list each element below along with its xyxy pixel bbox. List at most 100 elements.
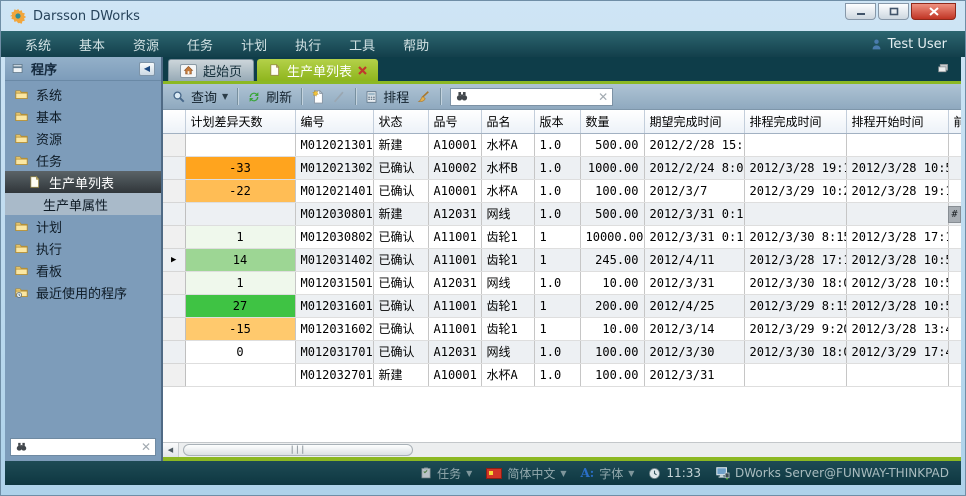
cell-version: 1.0: [534, 156, 580, 179]
sidebar-item[interactable]: 任务: [5, 149, 161, 171]
language-label: 简体中文: [507, 465, 555, 482]
selected-row-marker[interactable]: ▶: [163, 248, 185, 271]
menu-item[interactable]: 工具: [335, 35, 389, 54]
cell-sched_end: 2012/3/29 8:15: [744, 294, 846, 317]
column-header[interactable]: 排程开始时间: [846, 110, 948, 133]
column-header[interactable]: 排程完成时间: [744, 110, 846, 133]
cell-item_no: A11001: [428, 294, 481, 317]
row-selector[interactable]: [163, 271, 185, 294]
column-header[interactable]: 品名: [481, 110, 534, 133]
cell-item_no: A10002: [428, 156, 481, 179]
column-header[interactable]: 版本: [534, 110, 580, 133]
table-row[interactable]: 27M012031601已确认A11001齿轮11200.002012/4/25…: [163, 294, 961, 317]
scrollbar-thumb[interactable]: ┃┃┃: [183, 444, 413, 456]
clear-schedule-button[interactable]: [416, 90, 431, 104]
close-button[interactable]: [911, 3, 956, 20]
column-header[interactable]: 前: [948, 110, 961, 133]
current-user[interactable]: Test User: [870, 37, 955, 52]
menu-item[interactable]: 执行: [281, 35, 335, 54]
column-header[interactable]: 品号: [428, 110, 481, 133]
horizontal-scrollbar[interactable]: ◀ ┃┃┃: [163, 442, 961, 457]
minimize-button[interactable]: [845, 3, 876, 20]
menu-item[interactable]: 帮助: [389, 35, 443, 54]
task-menu[interactable]: 任务 ▼: [420, 465, 472, 482]
row-selector[interactable]: [163, 133, 185, 156]
table-row[interactable]: -33M012021302已确认A10002水杯B1.01000.002012/…: [163, 156, 961, 179]
window-title: Darsson DWorks: [33, 9, 140, 24]
sidebar-item[interactable]: 计划: [5, 215, 161, 237]
filter-input[interactable]: [473, 90, 594, 104]
row-selector[interactable]: [163, 294, 185, 317]
maximize-button[interactable]: [878, 3, 909, 20]
query-button[interactable]: 查询 ▼: [172, 87, 228, 106]
column-header[interactable]: 编号: [295, 110, 373, 133]
row-selector[interactable]: [163, 179, 185, 202]
clear-search-icon[interactable]: ✕: [141, 441, 151, 453]
table-row[interactable]: M012030801新建A12031网线1.0500.002012/3/31 0…: [163, 202, 961, 225]
scroll-left-icon[interactable]: ◀: [163, 443, 179, 457]
menu-item[interactable]: 资源: [119, 35, 173, 54]
chevron-down-icon: ▼: [222, 92, 228, 101]
table-row[interactable]: -22M012021401已确认A10001水杯A1.0100.002012/3…: [163, 179, 961, 202]
cell-item_name: 齿轮1: [481, 294, 534, 317]
column-header[interactable]: 期望完成时间: [644, 110, 744, 133]
chevron-down-icon: ▼: [466, 469, 472, 478]
menu-item[interactable]: 计划: [227, 35, 281, 54]
row-selector[interactable]: [163, 156, 185, 179]
cell-diff: 1: [185, 271, 295, 294]
sidebar-item[interactable]: 生产单列表: [5, 171, 161, 193]
row-selector[interactable]: [163, 317, 185, 340]
edit-button[interactable]: [332, 90, 346, 104]
schedule-label: 排程: [383, 87, 409, 106]
sidebar-collapse-icon[interactable]: ◀: [139, 62, 155, 76]
column-header[interactable]: 计划差异天数: [185, 110, 295, 133]
sidebar-item[interactable]: 生产单属性: [5, 193, 161, 215]
table-row[interactable]: M012032701新建A10001水杯A1.0100.002012/3/31: [163, 363, 961, 386]
tab-production-order-list[interactable]: 生产单列表: [257, 59, 378, 81]
broom-icon: [416, 90, 431, 104]
sidebar-item[interactable]: 资源: [5, 127, 161, 149]
clear-filter-icon[interactable]: ✕: [598, 91, 608, 103]
column-header[interactable]: 状态: [373, 110, 428, 133]
programs-icon: [11, 62, 25, 75]
row-selector[interactable]: [163, 225, 185, 248]
row-selector[interactable]: [163, 363, 185, 386]
menu-item[interactable]: 系统: [11, 35, 65, 54]
table-row[interactable]: -15M012031602已确认A11001齿轮1110.002012/3/14…: [163, 317, 961, 340]
column-header[interactable]: 数量: [580, 110, 644, 133]
user-icon: [870, 38, 883, 51]
window-list-icon[interactable]: [936, 62, 951, 75]
sidebar-item[interactable]: 最近使用的程序: [5, 281, 161, 303]
title-bar: Darsson DWorks: [1, 1, 965, 31]
sidebar-search-input[interactable]: [32, 440, 137, 454]
app-gear-icon: [10, 8, 26, 24]
table-row[interactable]: 1M012030802已确认A11001齿轮1110000.002012/3/3…: [163, 225, 961, 248]
schedule-button[interactable]: 排程: [365, 87, 409, 106]
cell-qty: 245.00: [580, 248, 644, 271]
refresh-button[interactable]: 刷新: [247, 87, 292, 106]
language-menu[interactable]: 简体中文 ▼: [486, 465, 566, 482]
menu-item[interactable]: 任务: [173, 35, 227, 54]
sidebar-item[interactable]: 系统: [5, 83, 161, 105]
row-selector[interactable]: [163, 202, 185, 225]
grid-corner: [163, 110, 185, 133]
tab-start-page[interactable]: 起始页: [168, 59, 254, 81]
table-row[interactable]: M012021301新建A10001水杯A1.0500.002012/2/28 …: [163, 133, 961, 156]
cell-code: M012021301: [295, 133, 373, 156]
cell-item_name: 齿轮1: [481, 248, 534, 271]
font-menu[interactable]: A: 字体 ▼: [581, 465, 635, 482]
cell-status: 已确认: [373, 156, 428, 179]
cell-due: 2012/3/31 0:17: [644, 225, 744, 248]
font-icon: A:: [581, 466, 595, 480]
row-selector[interactable]: [163, 340, 185, 363]
sidebar-item[interactable]: 看板: [5, 259, 161, 281]
table-row[interactable]: 0M012031701已确认A12031网线1.0100.002012/3/30…: [163, 340, 961, 363]
table-row[interactable]: ▶14M012031402已确认A11001齿轮11245.002012/4/1…: [163, 248, 961, 271]
close-tab-icon[interactable]: [358, 66, 367, 75]
refresh-label: 刷新: [266, 87, 292, 106]
new-order-button[interactable]: [311, 89, 325, 104]
table-row[interactable]: 1M012031501已确认A12031网线1.010.002012/3/312…: [163, 271, 961, 294]
sidebar-item[interactable]: 执行: [5, 237, 161, 259]
sidebar-item[interactable]: 基本: [5, 105, 161, 127]
menu-item[interactable]: 基本: [65, 35, 119, 54]
